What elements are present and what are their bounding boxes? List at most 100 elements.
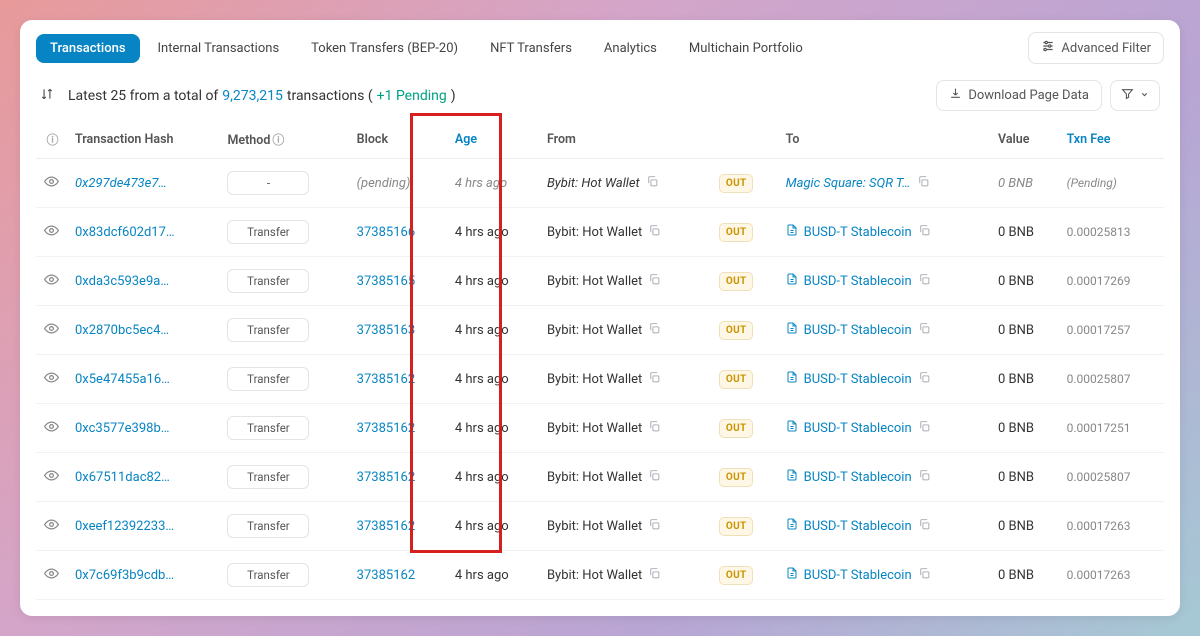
- copy-icon[interactable]: [918, 224, 931, 241]
- block-link[interactable]: 37385162: [357, 568, 415, 583]
- to-address-link[interactable]: BUSD-T Stablecoin: [804, 568, 912, 583]
- view-details-icon[interactable]: [44, 273, 59, 291]
- from-address[interactable]: Bybit: Hot Wallet: [547, 372, 642, 387]
- transaction-hash-link[interactable]: 0x7c69f3b9cdb…: [75, 568, 174, 583]
- fee-text: 0.00017263: [1067, 568, 1131, 582]
- from-address[interactable]: Bybit: Hot Wallet: [547, 274, 642, 289]
- copy-icon[interactable]: [648, 224, 661, 241]
- value-text: 0 BNB: [998, 274, 1034, 289]
- copy-icon[interactable]: [918, 322, 931, 339]
- value-text: 0 BNB: [998, 176, 1033, 191]
- value-text: 0 BNB: [998, 421, 1034, 436]
- copy-icon[interactable]: [648, 371, 661, 388]
- copy-icon[interactable]: [918, 469, 931, 486]
- method-pill[interactable]: Transfer: [227, 514, 309, 538]
- view-details-icon[interactable]: [44, 224, 59, 242]
- copy-icon[interactable]: [918, 567, 931, 584]
- method-pill[interactable]: Transfer: [227, 465, 309, 489]
- method-pill[interactable]: -: [227, 171, 309, 195]
- to-address-link[interactable]: BUSD-T Stablecoin: [804, 372, 912, 387]
- view-details-icon[interactable]: [44, 371, 59, 389]
- col-age[interactable]: Age: [447, 121, 539, 159]
- from-address[interactable]: Bybit: Hot Wallet: [547, 568, 642, 583]
- method-pill[interactable]: Transfer: [227, 318, 309, 342]
- tab-multichain-portfolio[interactable]: Multichain Portfolio: [675, 34, 817, 63]
- copy-icon[interactable]: [648, 322, 661, 339]
- age-text: 4 hrs ago: [455, 225, 509, 240]
- tab-transactions[interactable]: Transactions: [36, 34, 140, 63]
- block-link[interactable]: 37385166: [357, 225, 415, 240]
- block-link[interactable]: 37385162: [357, 372, 415, 387]
- copy-icon[interactable]: [918, 371, 931, 388]
- to-address-link[interactable]: BUSD-T Stablecoin: [804, 323, 912, 338]
- to-address-link[interactable]: BUSD-T Stablecoin: [804, 274, 912, 289]
- copy-icon[interactable]: [648, 518, 661, 535]
- transaction-hash-link[interactable]: 0x83dcf602d17…: [75, 225, 175, 240]
- to-address-link[interactable]: Magic Square: SQR T…: [786, 176, 911, 191]
- copy-icon[interactable]: [648, 567, 661, 584]
- method-pill[interactable]: Transfer: [227, 269, 309, 293]
- from-address[interactable]: Bybit: Hot Wallet: [547, 421, 642, 436]
- from-address[interactable]: Bybit: Hot Wallet: [547, 176, 640, 191]
- summary-prefix: Latest 25 from a total of: [68, 88, 218, 104]
- block-link[interactable]: 37385165: [357, 274, 415, 289]
- block-link[interactable]: 37385162: [357, 519, 415, 534]
- block-link[interactable]: 37385163: [357, 323, 415, 338]
- transaction-hash-link[interactable]: 0x5e47455a16…: [75, 372, 170, 387]
- copy-icon[interactable]: [646, 175, 659, 192]
- view-details-icon[interactable]: [44, 567, 59, 585]
- value-text: 0 BNB: [998, 470, 1034, 485]
- direction-badge: OUT: [719, 566, 754, 585]
- tab-analytics[interactable]: Analytics: [590, 34, 671, 63]
- fee-pending: (Pending): [1067, 176, 1117, 190]
- sort-icon[interactable]: [40, 86, 54, 105]
- view-details-icon[interactable]: [44, 322, 59, 340]
- download-page-data-button[interactable]: Download Page Data: [936, 80, 1102, 111]
- method-pill[interactable]: Transfer: [227, 367, 309, 391]
- help-icon[interactable]: ⓘ: [272, 133, 284, 147]
- advanced-filter-button[interactable]: Advanced Filter: [1028, 32, 1164, 64]
- from-address[interactable]: Bybit: Hot Wallet: [547, 470, 642, 485]
- filter-button[interactable]: [1110, 80, 1160, 111]
- method-pill[interactable]: Transfer: [227, 416, 309, 440]
- to-address-link[interactable]: BUSD-T Stablecoin: [804, 519, 912, 534]
- help-icon[interactable]: ⓘ: [46, 133, 58, 147]
- transaction-hash-link[interactable]: 0x297de473e7…: [75, 176, 167, 191]
- transaction-hash-link[interactable]: 0xda3c593e9a…: [75, 274, 169, 289]
- method-pill[interactable]: Transfer: [227, 563, 309, 587]
- view-details-icon[interactable]: [44, 420, 59, 438]
- transaction-hash-link[interactable]: 0xc3577e398b…: [75, 421, 169, 436]
- copy-icon[interactable]: [918, 273, 931, 290]
- transaction-hash-link[interactable]: 0xeef12392233…: [75, 519, 174, 534]
- contract-icon: [786, 518, 798, 534]
- to-address-link[interactable]: BUSD-T Stablecoin: [804, 470, 912, 485]
- age-text: 4 hrs ago: [455, 519, 509, 534]
- view-details-icon[interactable]: [44, 518, 59, 536]
- block-link[interactable]: 37385162: [357, 421, 415, 436]
- pending-count[interactable]: +1 Pending: [377, 88, 447, 104]
- view-details-icon[interactable]: [44, 469, 59, 487]
- total-transactions-link[interactable]: 9,273,215: [222, 88, 283, 104]
- col-fee[interactable]: Txn Fee: [1059, 121, 1164, 159]
- tab-internal-transactions[interactable]: Internal Transactions: [144, 34, 294, 63]
- from-address[interactable]: Bybit: Hot Wallet: [547, 323, 642, 338]
- copy-icon[interactable]: [918, 518, 931, 535]
- to-address-link[interactable]: BUSD-T Stablecoin: [804, 421, 912, 436]
- transaction-hash-link[interactable]: 0x67511dac82…: [75, 470, 170, 485]
- copy-icon[interactable]: [648, 420, 661, 437]
- fee-text: 0.00017269: [1067, 274, 1131, 288]
- copy-icon[interactable]: [918, 420, 931, 437]
- copy-icon[interactable]: [917, 175, 930, 192]
- from-address[interactable]: Bybit: Hot Wallet: [547, 225, 642, 240]
- from-address[interactable]: Bybit: Hot Wallet: [547, 519, 642, 534]
- view-details-icon[interactable]: [44, 175, 59, 193]
- copy-icon[interactable]: [648, 469, 661, 486]
- transaction-hash-link[interactable]: 0x2870bc5ec4…: [75, 323, 169, 338]
- to-address-link[interactable]: BUSD-T Stablecoin: [804, 225, 912, 240]
- method-pill[interactable]: Transfer: [227, 220, 309, 244]
- tab-token-transfers[interactable]: Token Transfers (BEP-20): [297, 34, 472, 63]
- tab-nft-transfers[interactable]: NFT Transfers: [476, 34, 586, 63]
- copy-icon[interactable]: [648, 273, 661, 290]
- block-link[interactable]: 37385162: [357, 470, 415, 485]
- meta-row: Latest 25 from a total of 9,273,215 tran…: [20, 64, 1180, 121]
